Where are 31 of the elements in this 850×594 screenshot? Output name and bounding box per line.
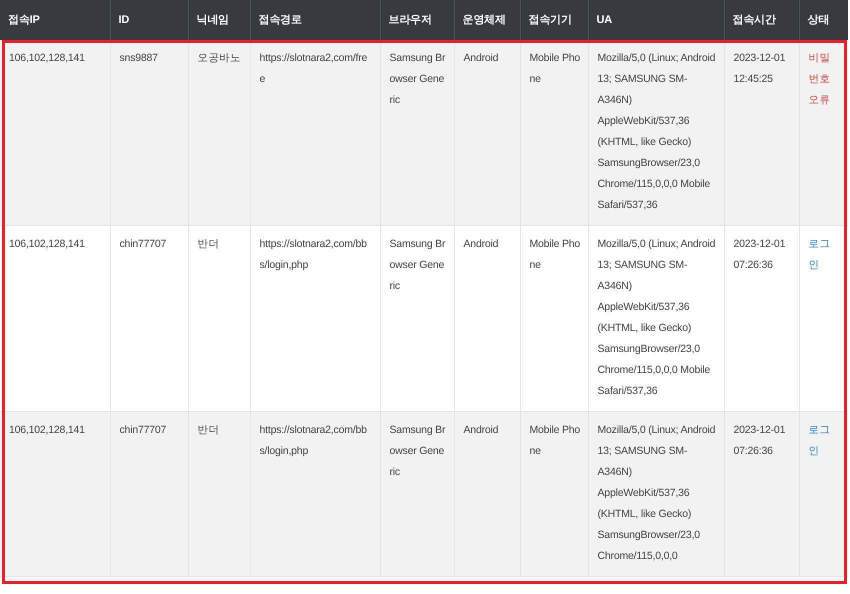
table-cell: Android: [454, 412, 520, 576]
login-link[interactable]: 로그인: [808, 234, 840, 276]
table-cell: sns9887: [110, 40, 188, 226]
table-cell: 2023-12-01 07:26:36: [724, 412, 799, 576]
table-cell: Samsung Browser Generic: [380, 412, 454, 576]
table-cell: Samsung Browser Generic: [380, 40, 454, 226]
column-header: 상태: [799, 0, 848, 40]
column-header: 닉네임: [188, 0, 250, 40]
table-cell: 2023-12-01 12:45:25: [724, 40, 799, 226]
login-link[interactable]: 로그인: [808, 420, 840, 462]
column-header: 운영체제: [454, 0, 520, 40]
column-header: UA: [588, 0, 724, 40]
table-cell: Mozilla/5,0 (Linux; Android 13; SAMSUNG SM-A346N) AppleWebKit/537,36 (KHTML, like Gecko) SamsungBrowser/23,0 Chrome/115,0,0,0 Mobile Safari/537,36: [588, 40, 724, 226]
column-header: 접속경로: [250, 0, 380, 40]
column-header: ID: [110, 0, 188, 40]
table-cell: 반더: [188, 412, 250, 576]
column-header: 접속IP: [0, 0, 110, 40]
table-cell: Android: [454, 40, 520, 226]
table-cell: 106,102,128,141: [0, 40, 110, 226]
column-header: 접속시간: [724, 0, 799, 40]
table-cell: Mobile Phone: [520, 412, 588, 576]
table-cell: chin77707: [110, 412, 188, 576]
table-cell: https://slotnara2,com/bbs/login,php: [250, 412, 380, 576]
table-cell: 오공바노: [188, 40, 250, 226]
table-cell: 106,102,128,141: [0, 412, 110, 576]
table-cell: Mobile Phone: [520, 40, 588, 226]
table-cell: https://slotnara2,com/free: [250, 40, 380, 226]
error-status: 비밀번호오류: [808, 51, 832, 108]
table-cell: Mozilla/5,0 (Linux; Android 13; SAMSUNG SM-A346N) AppleWebKit/537,36 (KHTML, like Gecko) SamsungBrowser/23,0 Chrome/115,0,0,0: [588, 412, 724, 576]
column-header: 접속기기: [520, 0, 588, 40]
column-header: 브라우저: [380, 0, 454, 40]
